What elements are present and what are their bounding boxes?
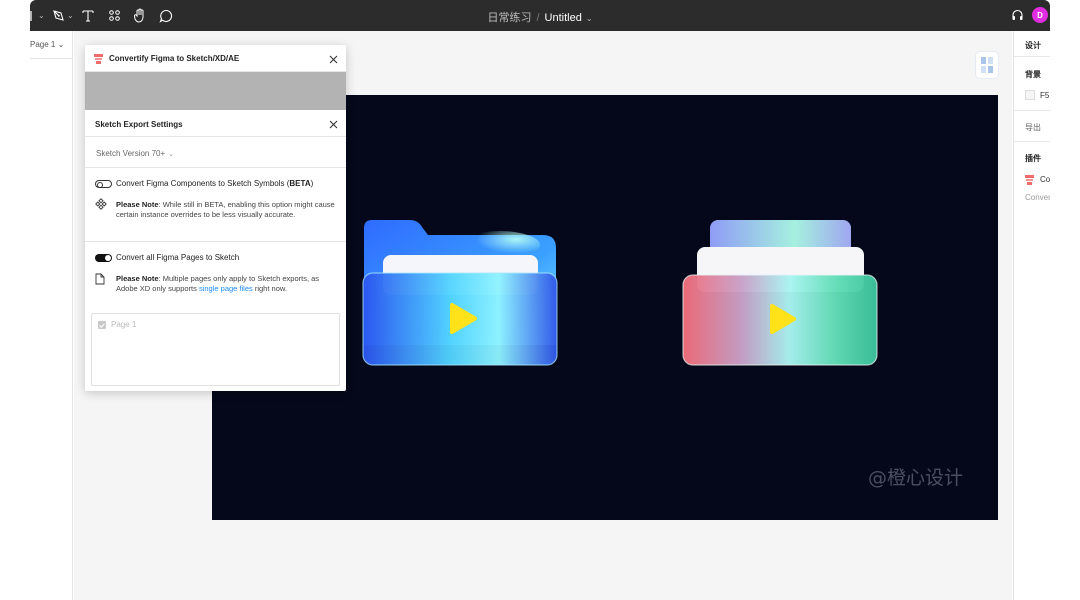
- plugin-window: Convertify Figma to Sketch/XD/AE Sketch …: [85, 45, 346, 391]
- plugin-list-subtitle: Conver: [1025, 193, 1050, 202]
- document-title[interactable]: 日常练习 / Untitled ⌄: [30, 9, 1050, 25]
- single-page-files-link[interactable]: single page files: [199, 284, 253, 293]
- background-color-value[interactable]: F5: [1040, 91, 1049, 100]
- plugin-title: Convertify Figma to Sketch/XD/AE: [109, 54, 240, 63]
- divider: [85, 241, 346, 242]
- audio-button[interactable]: [1011, 8, 1024, 24]
- top-toolbar: ⌄ ⌄ 日常练习 / Untitled ⌄ D: [30, 0, 1050, 31]
- layers-panel: Page 1 ⌄: [30, 31, 73, 600]
- close-icon: [329, 120, 337, 128]
- divider: [1014, 141, 1050, 142]
- close-plugin-button[interactable]: [327, 53, 339, 65]
- settings-title: Sketch Export Settings: [95, 120, 183, 129]
- convert-pages-toggle[interactable]: [95, 254, 112, 262]
- plugins-section-label: 插件: [1025, 154, 1041, 163]
- frame-thumbnail-icon[interactable]: [975, 51, 999, 79]
- plugin-header: Convertify Figma to Sketch/XD/AE: [85, 45, 346, 72]
- gradient-video-folder-icon[interactable]: [680, 215, 880, 370]
- close-icon: [329, 55, 337, 63]
- convert-components-toggle[interactable]: [95, 180, 112, 188]
- convert-pages-label: Convert all Figma Pages to Sketch: [116, 253, 240, 262]
- note-text-end: right now.: [252, 283, 287, 293]
- background-color-swatch[interactable]: [1025, 90, 1035, 100]
- sketch-version-select[interactable]: Sketch Version 70+ ⌄: [96, 149, 174, 158]
- note-heading: Please Note: [116, 200, 159, 209]
- page-checkbox[interactable]: [98, 321, 106, 329]
- divider: [1014, 56, 1050, 57]
- plugin-list-item[interactable]: Co: [1040, 175, 1050, 184]
- tab-design[interactable]: 设计: [1025, 40, 1041, 51]
- title-separator: /: [536, 12, 540, 24]
- component-icon: [95, 198, 107, 210]
- divider: [1014, 110, 1050, 111]
- beta-tag: BETA: [289, 179, 311, 188]
- settings-header: Sketch Export Settings: [85, 110, 346, 137]
- convert-components-label: Convert Figma Components to Sketch Symbo…: [116, 179, 313, 188]
- plugin-overlay-band: [85, 72, 346, 110]
- chevron-down-icon[interactable]: ⌄: [586, 14, 593, 23]
- properties-panel: 设计 背景 F5 导出 插件 Co Conver: [1013, 31, 1050, 600]
- convert-components-label-text: Convert Figma Components to Sketch Symbo…: [116, 179, 290, 188]
- headphones-icon: [1012, 9, 1023, 20]
- components-note: Please Note: While still in BETA, enabli…: [116, 200, 338, 219]
- export-section-label[interactable]: 导出: [1025, 122, 1041, 133]
- page-icon: [95, 273, 105, 285]
- file-name[interactable]: Untitled: [545, 12, 582, 24]
- divider: [30, 58, 73, 59]
- convert-components-label-end: ): [310, 179, 314, 188]
- pages-list: Page 1: [91, 313, 340, 386]
- grid-icon: [981, 57, 993, 73]
- note-heading: Please Note: [116, 274, 159, 283]
- pages-note: Please Note: Multiple pages only apply t…: [116, 274, 338, 293]
- convertify-logo-icon: [94, 54, 103, 64]
- check-icon: [99, 322, 105, 328]
- close-settings-button[interactable]: [327, 118, 339, 130]
- page-list-item[interactable]: Page 1: [111, 320, 136, 329]
- project-name[interactable]: 日常练习: [487, 12, 531, 24]
- background-section-label: 背景: [1025, 70, 1041, 79]
- chevron-down-icon: ⌄: [168, 151, 175, 158]
- page-select[interactable]: Page 1 ⌄: [30, 40, 64, 49]
- avatar[interactable]: D: [1032, 7, 1048, 23]
- watermark-text: @橙心设计: [868, 467, 964, 489]
- sketch-version-value: Sketch Version 70+: [96, 149, 166, 158]
- divider: [85, 167, 346, 168]
- blue-video-folder-icon[interactable]: [360, 215, 560, 370]
- convertify-logo-icon: [1025, 175, 1034, 185]
